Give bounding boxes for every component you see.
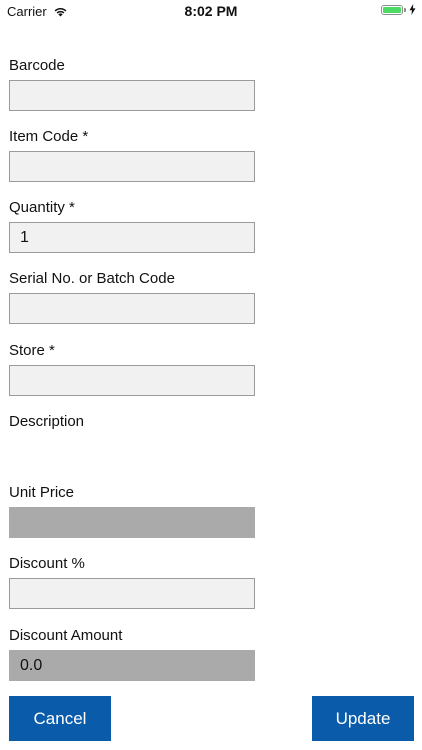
- discount-percent-label: Discount %: [9, 555, 85, 572]
- barcode-label: Barcode: [9, 57, 65, 74]
- store-label-row: Store *: [9, 342, 255, 360]
- discount-percent-label-row: Discount %: [9, 555, 255, 573]
- store-input[interactable]: [9, 365, 255, 396]
- quantity-input[interactable]: [9, 222, 255, 253]
- description-label: Description: [9, 413, 85, 430]
- cancel-button[interactable]: Cancel: [9, 696, 111, 741]
- discount-percent-field-wrap: [9, 578, 255, 609]
- serial-batch-input[interactable]: [9, 293, 255, 324]
- serial-batch-label: Serial No. or Batch Code: [9, 270, 175, 287]
- status-time: 8:02 PM: [184, 3, 238, 19]
- serial-field-wrap: [9, 293, 255, 324]
- update-button[interactable]: Update: [312, 696, 414, 741]
- barcode-input[interactable]: [9, 80, 255, 111]
- bolt-icon: [409, 4, 416, 15]
- quantity-label: Quantity *: [9, 199, 75, 216]
- item-code-field-wrap: [9, 151, 255, 182]
- quantity-field-wrap: [9, 222, 255, 253]
- discount-percent-input[interactable]: [9, 578, 255, 609]
- discount-amount-field-wrap: [9, 650, 255, 681]
- description-label-row: Description: [9, 413, 255, 431]
- store-field-wrap: [9, 365, 255, 396]
- unit-price-label-row: Unit Price: [9, 484, 255, 502]
- store-label: Store *: [9, 342, 55, 359]
- barcode-label-row: Barcode: [9, 57, 255, 75]
- battery-icon: [381, 4, 403, 15]
- serial-label-row: Serial No. or Batch Code: [9, 270, 255, 288]
- unit-price-input: [9, 507, 255, 538]
- discount-amount-label: Discount Amount: [9, 627, 123, 644]
- quantity-label-row: Quantity *: [9, 199, 255, 217]
- unit-price-label: Unit Price: [9, 484, 75, 501]
- item-code-input[interactable]: [9, 151, 255, 182]
- barcode-field-wrap: [9, 80, 255, 111]
- status-right: [381, 4, 416, 15]
- item-code-label: Item Code *: [9, 128, 89, 145]
- discount-amount-input: [9, 650, 255, 681]
- battery-level: [383, 6, 401, 13]
- battery-tip: [404, 7, 406, 12]
- unit-price-field-wrap: [9, 507, 255, 538]
- status-bar: Carrier 8:02 PM: [0, 0, 422, 22]
- item-code-label-row: Item Code *: [9, 128, 255, 146]
- discount-amount-label-row: Discount Amount: [9, 627, 255, 645]
